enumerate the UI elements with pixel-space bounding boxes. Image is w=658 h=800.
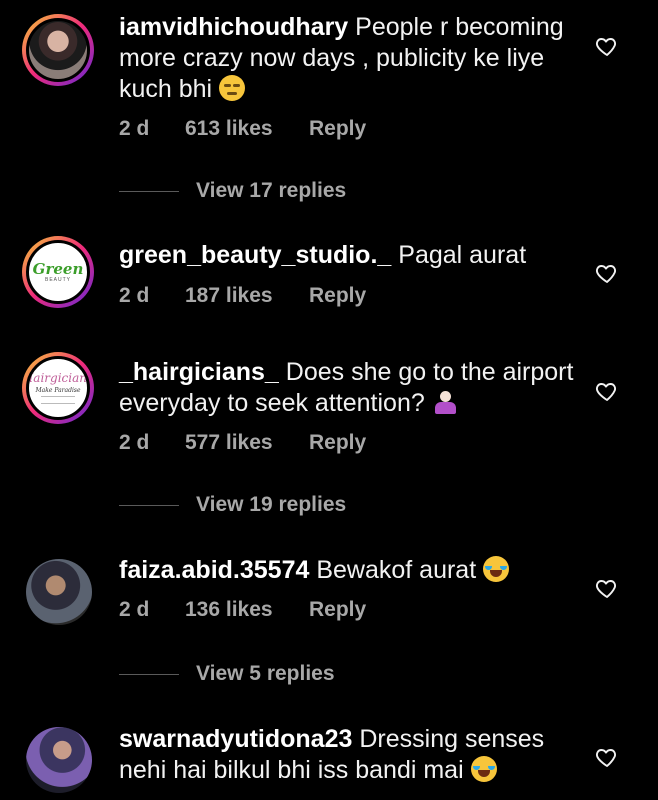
avatar-logo-subtitle: Make Paradise <box>35 387 81 394</box>
replies-divider <box>119 505 179 506</box>
heart-outline-icon[interactable] <box>595 379 619 403</box>
comment-time: 2 d <box>119 117 150 140</box>
comment-likes[interactable]: 577 likes <box>185 431 273 455</box>
comment-time: 2 d <box>119 284 150 307</box>
avatar[interactable]: Hairgicians Make Paradise <box>22 352 94 424</box>
heart-outline-icon[interactable] <box>595 576 619 600</box>
comment-likes[interactable]: 187 likes <box>185 284 273 308</box>
comment-likes[interactable]: 613 likes <box>185 117 273 141</box>
comment-text: Bewakof aurat <box>316 556 477 584</box>
comment-body: iamvidhichoudhary People r becoming more… <box>119 12 579 105</box>
avatar-logo: Green BEAUTY <box>26 240 90 304</box>
comment-time: 2 d <box>119 598 150 621</box>
replies-divider <box>119 191 179 192</box>
person-shrugging-emoji-icon <box>432 389 458 415</box>
comment-body: faiza.abid.35574 Bewakof aurat <box>119 555 579 586</box>
heart-outline-icon[interactable] <box>595 34 619 58</box>
replies-divider <box>119 674 179 675</box>
heart-outline-icon[interactable] <box>595 261 619 285</box>
comment-username[interactable]: green_beauty_studio._ <box>119 241 391 269</box>
comment-body: _hairgicians_ Does she go to the airport… <box>119 357 579 419</box>
comment-username[interactable]: swarnadyutidona23 <box>119 725 352 753</box>
avatar-photo <box>26 18 90 82</box>
avatar-logo-title: Green <box>32 259 84 278</box>
unamused-face-emoji-icon <box>219 75 246 101</box>
comment-time: 2 d <box>119 431 150 454</box>
view-replies-label: View 17 replies <box>196 179 347 202</box>
avatar[interactable] <box>26 727 92 793</box>
avatar-logo-subtitle: BEAUTY <box>44 276 71 283</box>
reply-button[interactable]: Reply <box>309 284 366 308</box>
view-replies-label: View 5 replies <box>196 662 335 685</box>
comment-username[interactable]: _hairgicians_ <box>119 358 279 386</box>
comment-body: swarnadyutidona23 Dressing senses nehi h… <box>119 724 579 786</box>
comments-list: iamvidhichoudhary People r becoming more… <box>0 0 658 800</box>
heart-outline-icon[interactable] <box>595 745 619 769</box>
reply-button[interactable]: Reply <box>309 598 366 622</box>
face-with-tears-of-joy-emoji-icon <box>470 756 497 782</box>
avatar-logo-title: Hairgicians <box>26 371 90 385</box>
face-with-tears-of-joy-emoji-icon <box>483 556 510 582</box>
avatar[interactable] <box>22 14 94 86</box>
avatar[interactable]: Green BEAUTY <box>22 236 94 308</box>
reply-button[interactable]: Reply <box>309 431 366 455</box>
comment-body: green_beauty_studio._ Pagal aurat <box>119 240 579 271</box>
comment-username[interactable]: iamvidhichoudhary <box>119 13 348 41</box>
comment-likes[interactable]: 136 likes <box>185 598 273 622</box>
comment-text: Pagal aurat <box>398 241 527 269</box>
comment-username[interactable]: faiza.abid.35574 <box>119 556 309 584</box>
avatar-logo: Hairgicians Make Paradise <box>26 356 90 420</box>
view-replies-label: View 19 replies <box>196 493 347 516</box>
avatar-logo-lines <box>41 396 75 404</box>
avatar[interactable] <box>26 559 92 625</box>
reply-button[interactable]: Reply <box>309 117 366 141</box>
